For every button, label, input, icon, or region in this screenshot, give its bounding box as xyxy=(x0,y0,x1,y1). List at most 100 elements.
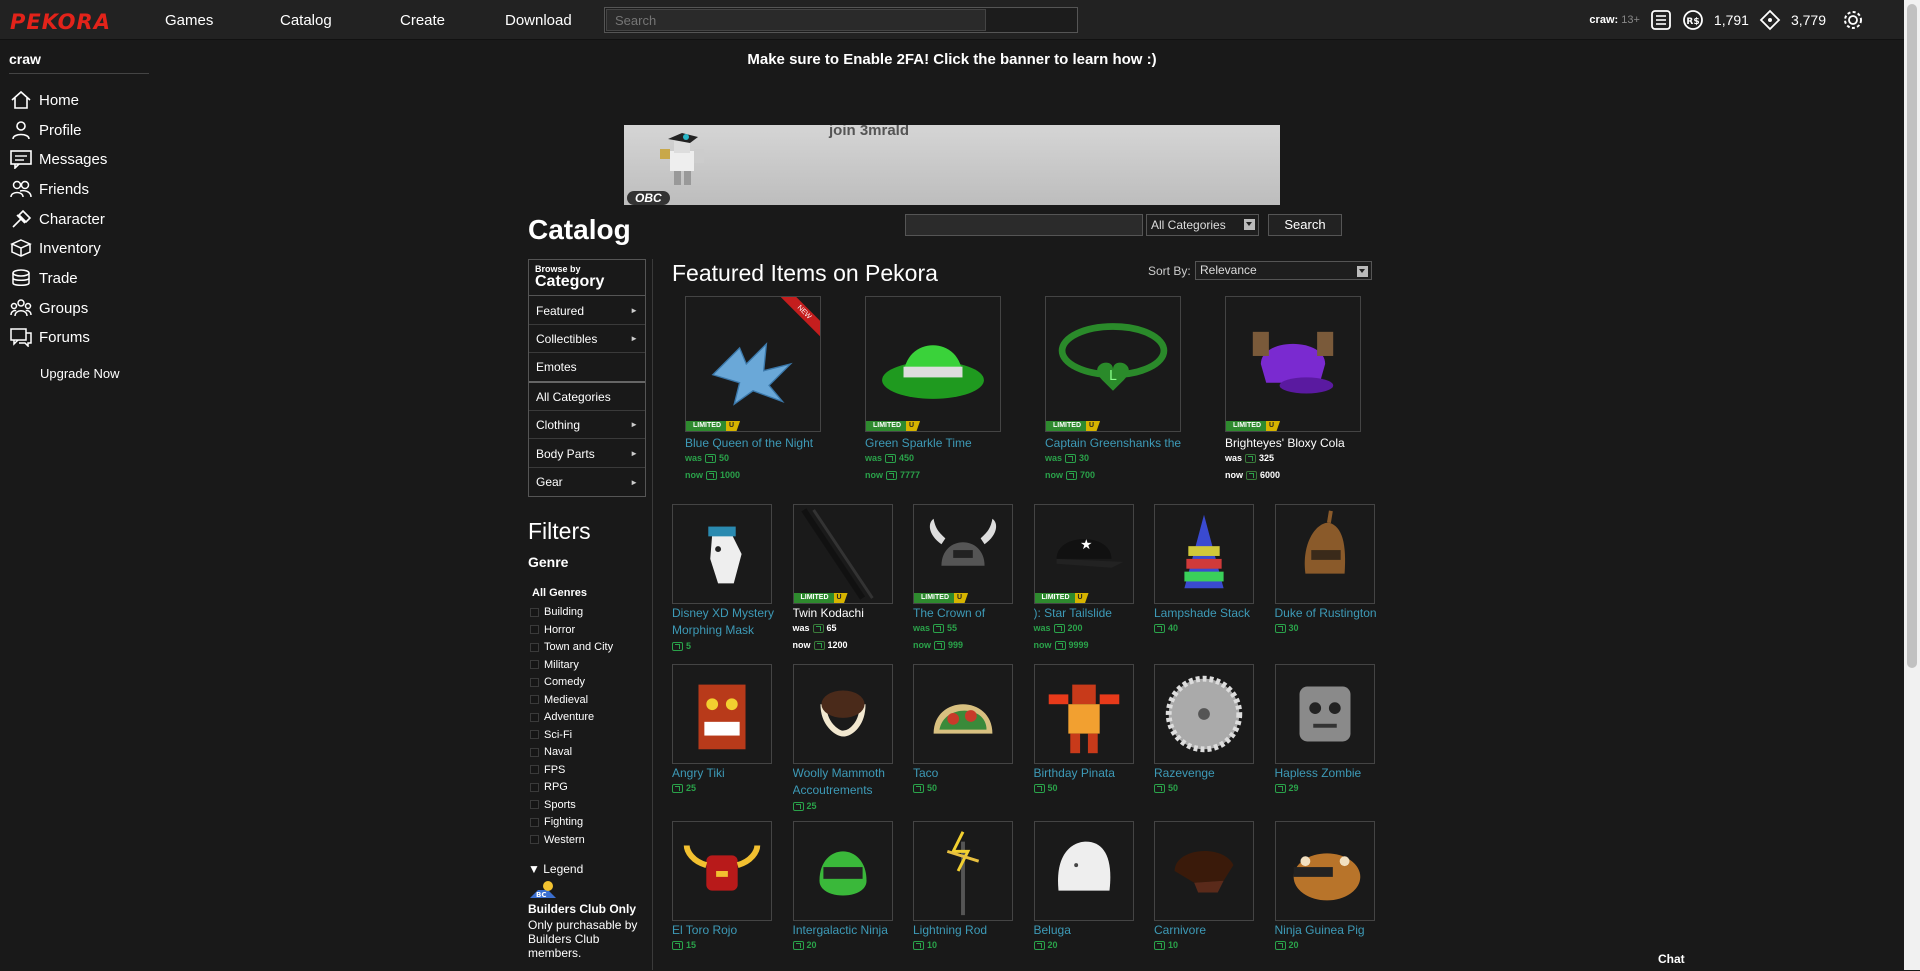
catalog-item[interactable]: El Toro Rojo 15 xyxy=(672,821,787,971)
sidebar-item-character[interactable]: Character xyxy=(10,208,105,230)
item-name[interactable]: Green Sparkle Time xyxy=(865,435,1015,452)
item-name[interactable]: Blue Queen of the Night xyxy=(685,435,835,452)
item-thumbnail[interactable]: LIMITED U xyxy=(792,504,893,604)
genre-option[interactable]: Comedy xyxy=(530,676,585,688)
item-name[interactable]: Beluga xyxy=(1034,922,1150,939)
item-thumbnail[interactable] xyxy=(913,664,1013,764)
catalog-item[interactable]: LIMITED U Twin Kodachi was 65 now 1200 xyxy=(792,504,909,654)
genre-checkbox[interactable] xyxy=(530,607,539,617)
sidebar-item-trade[interactable]: Trade xyxy=(10,267,78,289)
nav-games[interactable]: Games xyxy=(165,12,213,29)
notifications-icon[interactable] xyxy=(1650,9,1672,31)
featured-item[interactable]: NEW LIMITED U Blue Queen of the Night was 50 n… xyxy=(685,296,855,486)
item-name[interactable]: El Toro Rojo xyxy=(672,922,788,939)
sort-select[interactable]: Relevance xyxy=(1195,261,1372,280)
genre-checkbox[interactable] xyxy=(530,642,539,652)
genre-option[interactable]: Adventure xyxy=(530,711,594,723)
chat-tab[interactable]: Chat xyxy=(1658,952,1685,966)
genre-checkbox[interactable] xyxy=(530,800,539,809)
genre-option[interactable]: Horror xyxy=(530,624,575,636)
scrollbar-thumb[interactable] xyxy=(1907,4,1917,668)
item-name[interactable]: Hapless Zombie xyxy=(1275,765,1391,782)
item-name-line2[interactable]: Accoutrements xyxy=(793,782,909,799)
catalog-item[interactable]: Duke of Rustington 30 xyxy=(1274,504,1391,654)
featured-item[interactable]: L LIMITED U Captain Greenshanks the was 30 now… xyxy=(1045,296,1215,486)
legend-toggle[interactable]: ▼ Legend xyxy=(528,862,583,876)
genre-checkbox[interactable] xyxy=(530,730,539,739)
category-select[interactable]: All Categories xyxy=(1146,214,1259,236)
sidebar-item-friends[interactable]: Friends xyxy=(10,178,89,200)
nav-catalog[interactable]: Catalog xyxy=(280,12,332,29)
catalog-item[interactable]: Lightning Rod 10 xyxy=(913,821,1028,971)
item-thumbnail[interactable]: NEW LIMITED U xyxy=(685,296,821,432)
item-name[interactable]: Lampshade Stack xyxy=(1154,605,1270,622)
item-name[interactable]: Twin Kodachi xyxy=(793,605,909,622)
item-thumbnail[interactable]: LIMITED U xyxy=(913,504,1013,604)
category-featured[interactable]: Featured ► xyxy=(529,297,645,325)
item-thumbnail[interactable] xyxy=(1274,664,1375,764)
catalog-item[interactable]: Hapless Zombie 29 xyxy=(1274,664,1391,814)
item-name-line2[interactable]: Morphing Mask xyxy=(672,622,788,639)
item-thumbnail[interactable] xyxy=(1154,821,1254,921)
sidebar-item-home[interactable]: Home xyxy=(10,89,79,111)
robux-icon[interactable]: R$ xyxy=(1682,9,1704,31)
item-thumbnail[interactable] xyxy=(1154,504,1254,604)
genre-option[interactable]: Building xyxy=(530,606,583,618)
item-name[interactable]: Duke of Rustington xyxy=(1275,605,1391,622)
category-emotes[interactable]: Emotes xyxy=(529,353,645,381)
item-thumbnail[interactable]: ★ LIMITED U xyxy=(1033,504,1134,604)
tickets-balance[interactable]: 3,779 xyxy=(1791,12,1826,28)
item-thumbnail[interactable] xyxy=(1154,664,1254,764)
genre-option[interactable]: Town and City xyxy=(530,641,613,653)
item-name[interactable]: Birthday Pinata xyxy=(1034,765,1150,782)
category-gear[interactable]: Gear ► xyxy=(529,468,645,496)
item-thumbnail[interactable] xyxy=(1033,664,1134,764)
genre-checkbox[interactable] xyxy=(530,660,539,669)
catalog-item[interactable]: Woolly Mammoth Accoutrements 25 xyxy=(792,664,909,814)
category-all[interactable]: All Categories xyxy=(529,383,645,411)
genre-checkbox[interactable] xyxy=(530,817,539,827)
catalog-item[interactable]: Carnivore 10 xyxy=(1154,821,1269,971)
item-name[interactable]: Captain Greenshanks the xyxy=(1045,435,1195,452)
sidebar-item-groups[interactable]: Groups xyxy=(10,297,88,319)
category-body-parts[interactable]: Body Parts ► xyxy=(529,440,645,468)
item-name[interactable]: Razevenge xyxy=(1154,765,1270,782)
all-genres-option[interactable]: All Genres xyxy=(532,587,587,599)
genre-checkbox[interactable] xyxy=(530,765,539,774)
sidebar-item-forums[interactable]: Forums xyxy=(10,326,90,348)
genre-option[interactable]: Sci-Fi xyxy=(530,729,572,741)
featured-item[interactable]: LIMITED U Green Sparkle Time was 450 now 7777 xyxy=(865,296,1035,486)
item-name[interactable]: Lightning Rod xyxy=(913,922,1029,939)
item-thumbnail[interactable]: L LIMITED U xyxy=(1045,296,1181,432)
item-thumbnail[interactable] xyxy=(1274,821,1375,921)
genre-checkbox[interactable] xyxy=(530,782,539,792)
pekora-logo[interactable]: PEKORA xyxy=(10,10,111,34)
catalog-item[interactable]: Disney XD Mystery Morphing Mask 5 xyxy=(672,504,787,654)
genre-option[interactable]: FPS xyxy=(530,764,565,776)
item-name[interactable]: ): Star Tailslide xyxy=(1034,605,1150,622)
genre-checkbox[interactable] xyxy=(530,747,539,757)
genre-checkbox[interactable] xyxy=(530,712,539,722)
catalog-item[interactable]: Taco 50 xyxy=(913,664,1028,814)
genre-checkbox[interactable] xyxy=(530,695,539,704)
item-thumbnail[interactable] xyxy=(672,504,772,604)
genre-checkbox[interactable] xyxy=(530,835,539,844)
item-name[interactable]: Brighteyes' Bloxy Cola xyxy=(1225,435,1375,452)
item-thumbnail[interactable] xyxy=(1033,821,1134,921)
catalog-item[interactable]: Razevenge 50 xyxy=(1154,664,1269,814)
item-thumbnail[interactable] xyxy=(792,821,893,921)
catalog-item[interactable]: Angry Tiki 25 xyxy=(672,664,787,814)
category-collectibles[interactable]: Collectibles ► xyxy=(529,325,645,353)
catalog-search-input[interactable] xyxy=(905,214,1143,236)
genre-option[interactable]: Military xyxy=(530,659,579,671)
catalog-item[interactable]: ★ LIMITED U): Star Tailslide was 200 now 9999 xyxy=(1033,504,1150,654)
page-scrollbar[interactable] xyxy=(1904,0,1920,970)
item-thumbnail[interactable]: LIMITED U xyxy=(1225,296,1361,432)
catalog-item[interactable]: LIMITED U The Crown of was 55 now 999 xyxy=(913,504,1028,654)
item-name[interactable]: Ninja Guinea Pig xyxy=(1275,922,1391,939)
sidebar-item-inventory[interactable]: Inventory xyxy=(10,237,101,259)
item-name[interactable]: Angry Tiki xyxy=(672,765,788,782)
item-thumbnail[interactable] xyxy=(792,664,893,764)
genre-checkbox[interactable] xyxy=(530,625,539,634)
genre-option[interactable]: RPG xyxy=(530,781,568,793)
